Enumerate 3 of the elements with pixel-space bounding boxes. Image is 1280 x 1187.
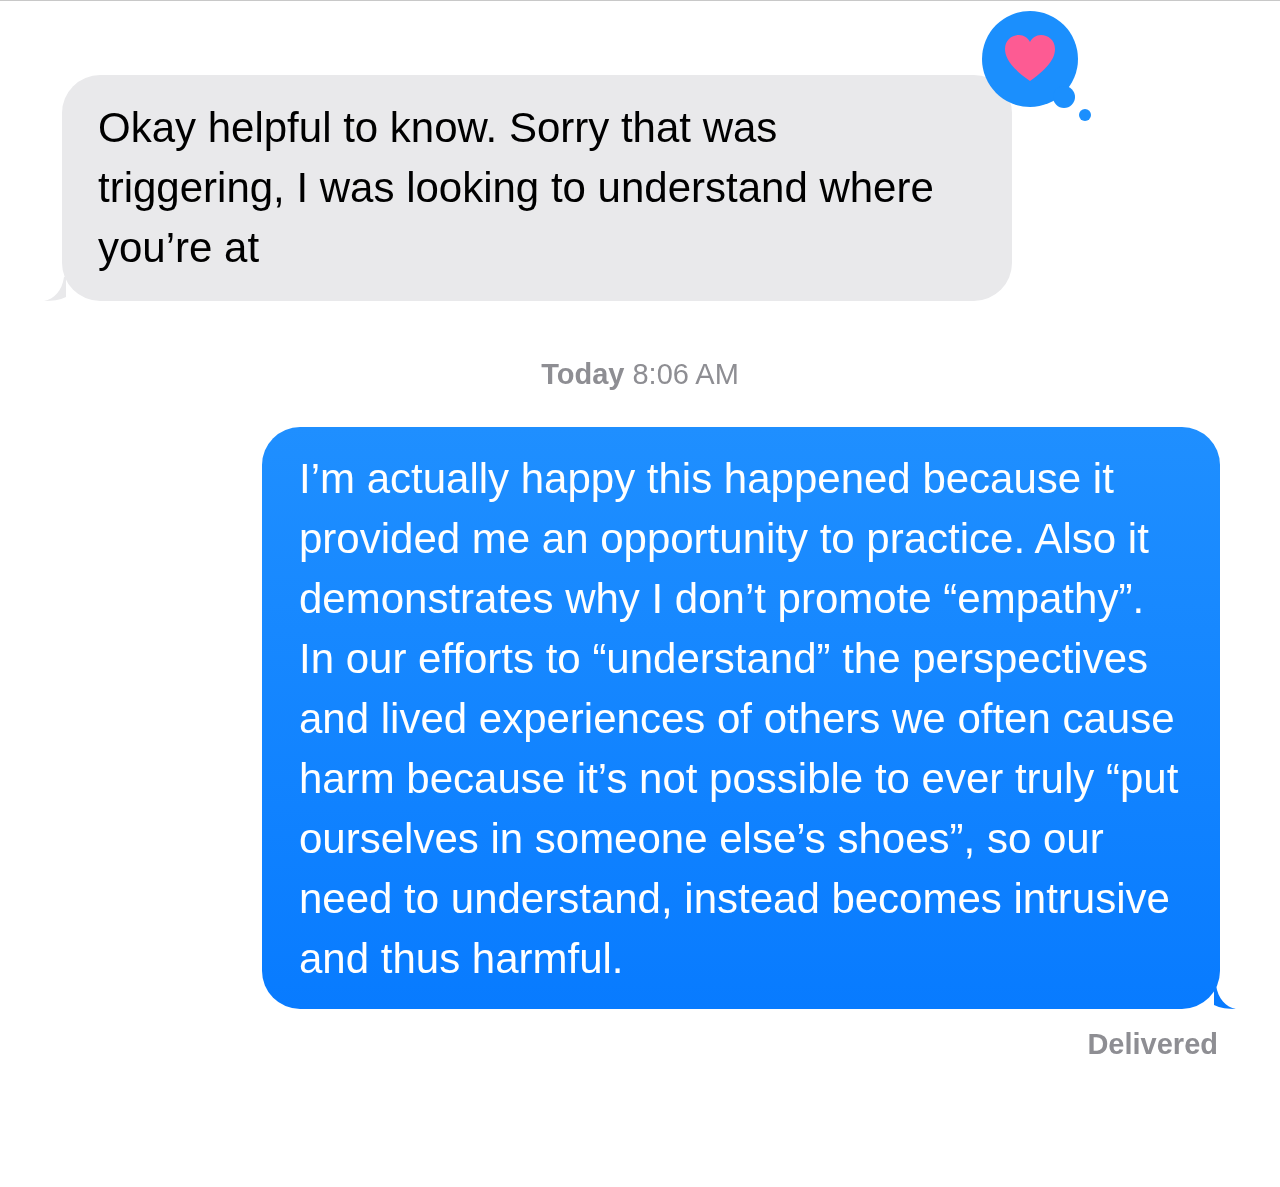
message-bubble: I’m actually happy this happened because it provided me an opportunity to practice. Also it demonstrates why I don’t promote “empathy”. In our efforts to “understand” the perspectives and lived experiences of others we often cause harm because it’s not possible to ever truly “put ourselves in someone else’s shoes”, so our need to understand, instead becomes intrusive and thus harmful. xyxy=(262,426,1220,1009)
timestamp: Today 8:06 AM xyxy=(540,357,740,392)
delivery-status: Delivered xyxy=(1086,1026,1218,1062)
